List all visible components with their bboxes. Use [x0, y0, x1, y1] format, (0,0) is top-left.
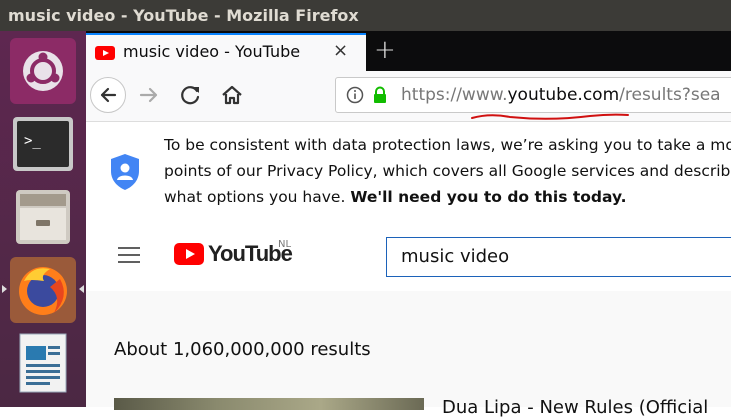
consent-line-2: points of our Privacy Policy, which cove…: [164, 162, 731, 180]
firefox-window: music video - YouTube × + https://www.yo…: [86, 31, 731, 418]
shield-icon: [111, 154, 139, 190]
video-title[interactable]: Dua Lipa - New Rules (Official: [442, 397, 708, 418]
menu-icon[interactable]: [118, 247, 140, 268]
consent-message: To be consistent with data protection la…: [164, 132, 731, 210]
video-thumbnail[interactable]: [114, 398, 424, 410]
info-icon[interactable]: [346, 86, 364, 104]
tab-title: music video - YouTube: [123, 42, 301, 61]
tab-strip: music video - YouTube × +: [86, 31, 731, 71]
url-host: youtube.com: [507, 85, 620, 105]
consent-line-1: To be consistent with data protection la…: [164, 136, 731, 154]
red-underline-annotation: [471, 113, 629, 120]
files-icon[interactable]: [10, 184, 76, 250]
svg-text:>_: >_: [24, 133, 41, 149]
running-indicator-right: [79, 285, 84, 293]
ubuntu-dash-icon[interactable]: [10, 38, 76, 104]
search-value: music video: [401, 246, 510, 267]
url-bar[interactable]: https://www.youtube.com/results?sea: [335, 77, 731, 113]
reload-icon[interactable]: [178, 82, 204, 108]
back-arrow-icon: [100, 87, 117, 103]
consent-line-3-plain: what options you have.: [164, 188, 351, 206]
close-tab-icon[interactable]: ×: [333, 40, 348, 61]
youtube-favicon-icon: [95, 46, 115, 60]
region-code: NL: [278, 239, 292, 250]
terminal-icon[interactable]: >_: [10, 111, 76, 177]
navigation-bar: https://www.youtube.com/results?sea: [86, 71, 731, 122]
new-tab-button[interactable]: +: [374, 35, 396, 65]
url-prefix: https://www.: [401, 85, 508, 105]
results-count: About 1,060,000,000 results: [114, 339, 371, 360]
consent-line-3: what options you have. We'll need you to…: [164, 184, 731, 210]
back-button[interactable]: [90, 77, 126, 113]
ubuntu-launcher: >_: [0, 31, 86, 407]
running-indicator-left: [2, 285, 7, 293]
home-icon[interactable]: [219, 82, 245, 108]
window-title: music video - YouTube - Mozilla Firefox: [0, 0, 731, 31]
youtube-logo-icon[interactable]: [174, 243, 204, 265]
forward-arrow-icon[interactable]: [136, 82, 162, 108]
tab-youtube[interactable]: music video - YouTube ×: [86, 33, 366, 71]
consent-deadline: We'll need you to do this today.: [350, 188, 627, 206]
writer-icon[interactable]: [10, 330, 76, 396]
lock-icon: [374, 86, 386, 103]
search-input[interactable]: music video: [386, 237, 731, 277]
results-area: About 1,060,000,000 results Dua Lipa - N…: [86, 291, 731, 418]
consent-banner: To be consistent with data protection la…: [86, 122, 731, 224]
url-path: /results?sea: [619, 85, 721, 105]
firefox-icon[interactable]: [10, 257, 76, 323]
youtube-header: YouTube NL music video: [86, 223, 731, 291]
url-text[interactable]: https://www.youtube.com/results?sea: [401, 85, 721, 105]
